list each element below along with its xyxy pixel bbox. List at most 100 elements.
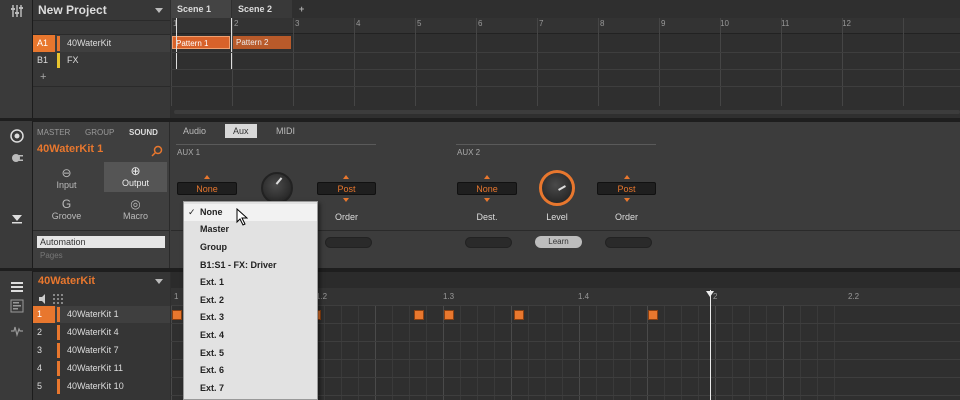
scene-grid-line <box>720 18 721 106</box>
menu-item-fx-driver[interactable]: B1:S1 - FX: Driver <box>184 257 317 274</box>
note-step[interactable] <box>414 310 424 320</box>
decrement-icon[interactable] <box>484 198 490 202</box>
decrement-icon[interactable] <box>624 198 630 202</box>
note-step[interactable] <box>648 310 658 320</box>
scene-tab-1[interactable]: Scene 1 <box>171 0 231 18</box>
menu-item-none[interactable]: ✓ None <box>184 204 317 221</box>
menu-item-ext-1[interactable]: Ext. 1 <box>184 274 317 291</box>
menu-item-ext-5[interactable]: Ext. 5 <box>184 345 317 362</box>
sound-row-1[interactable]: 1 40WaterKit 1 <box>33 306 170 323</box>
tab-sound[interactable]: SOUND <box>129 128 158 137</box>
nav-groove-button[interactable]: G Groove <box>35 195 98 225</box>
menu-item-ext-2[interactable]: Ext. 2 <box>184 292 317 309</box>
step-grid-line <box>681 305 682 400</box>
step-grid-line <box>732 305 733 400</box>
group-row-b1[interactable]: B1 FX <box>33 52 170 69</box>
scene-grid-line <box>171 18 172 106</box>
scene-grid-line <box>659 18 660 106</box>
tab-group[interactable]: GROUP <box>85 128 114 137</box>
sound-number: 3 <box>37 345 43 355</box>
increment-icon[interactable] <box>204 175 210 179</box>
playhead-marker-icon[interactable] <box>706 291 714 297</box>
check-icon: ✓ <box>188 207 196 217</box>
scene-tab-2[interactable]: Scene 2 <box>232 0 292 18</box>
sound-row-2[interactable]: 2 40WaterKit 4 <box>33 324 170 341</box>
nav-macro-button[interactable]: ◎ Macro <box>104 195 167 225</box>
pattern-group-name[interactable]: 40WaterKit <box>38 275 95 287</box>
sound-color-swatch <box>57 379 60 394</box>
sound-row-3[interactable]: 3 40WaterKit 7 <box>33 342 170 359</box>
sound-control-icon[interactable] <box>9 129 25 143</box>
nav-input-button[interactable]: ⊖ Input <box>35 164 98 194</box>
keyboard-view-icon[interactable] <box>9 299 25 313</box>
ruler-tick: 10 <box>720 19 729 28</box>
arranger-scrollbar[interactable] <box>174 110 960 114</box>
menu-item-ext-6[interactable]: Ext. 6 <box>184 362 317 379</box>
note-step[interactable] <box>514 310 524 320</box>
menu-item-ext-3[interactable]: Ext. 3 <box>184 309 317 326</box>
project-title[interactable]: New Project <box>38 3 107 17</box>
macro-slot[interactable] <box>325 237 372 248</box>
group-row-a1[interactable]: A1 40WaterKit <box>33 35 170 52</box>
automation-field[interactable]: Automation <box>37 236 165 248</box>
macro-slot[interactable] <box>465 237 512 248</box>
decrement-icon[interactable] <box>343 198 349 202</box>
menu-item-group[interactable]: Group <box>184 239 317 256</box>
increment-icon[interactable] <box>484 175 490 179</box>
tab-midi[interactable]: MIDI <box>268 124 303 138</box>
groove-icon: G <box>61 197 72 211</box>
sound-number: 5 <box>37 381 43 391</box>
tab-master[interactable]: MASTER <box>37 128 70 137</box>
aux1-level-knob[interactable] <box>261 172 293 204</box>
learn-button[interactable]: Learn <box>535 236 582 248</box>
sound-name[interactable]: 40WaterKit 1 <box>37 143 103 155</box>
add-scene-button[interactable]: + <box>293 0 313 18</box>
aux2-order-select[interactable]: Post <box>597 182 656 195</box>
group-menu-chevron-icon[interactable] <box>155 279 163 284</box>
step-grid-line <box>579 305 580 400</box>
nav-output-button[interactable]: ⊕ Output <box>104 162 167 192</box>
group-color-swatch <box>57 53 60 68</box>
mixer-icon[interactable] <box>9 4 25 18</box>
macro-slot[interactable] <box>605 237 652 248</box>
collapse-icon[interactable] <box>9 211 25 225</box>
aux1-order-select[interactable]: Post <box>317 182 376 195</box>
project-menu-chevron-icon[interactable] <box>155 8 163 13</box>
sound-row-5[interactable]: 5 40WaterKit 10 <box>33 378 170 395</box>
pattern-clip-2[interactable]: Pattern 2 <box>233 36 291 49</box>
search-icon[interactable] <box>151 144 163 162</box>
step-grid-line <box>766 305 767 400</box>
waveform-icon[interactable] <box>9 324 25 338</box>
aux2-dest-select[interactable]: None <box>457 182 517 195</box>
add-group-button[interactable]: + <box>40 71 46 83</box>
note-step[interactable] <box>172 310 182 320</box>
sound-color-swatch <box>57 361 60 376</box>
menu-item-ext-4[interactable]: Ext. 4 <box>184 327 317 344</box>
sound-color-swatch <box>57 307 60 322</box>
plug-icon[interactable] <box>9 151 25 165</box>
tab-audio[interactable]: Audio <box>175 124 214 138</box>
scene-grid-line <box>598 18 599 106</box>
strip-divider <box>0 268 33 271</box>
menu-item-master[interactable]: Master <box>184 221 317 238</box>
increment-icon[interactable] <box>343 175 349 179</box>
increment-icon[interactable] <box>624 175 630 179</box>
aux2-level-knob[interactable] <box>539 170 575 206</box>
group-id: A1 <box>33 35 55 52</box>
ruler-tick: 2 <box>234 19 239 28</box>
ruler-tick: 1.3 <box>443 292 455 301</box>
pages-label: Pages <box>40 251 63 260</box>
aux1-dest-select[interactable]: None <box>177 182 237 195</box>
note-step[interactable] <box>444 310 454 320</box>
tab-aux[interactable]: Aux <box>225 124 257 138</box>
divider <box>33 86 170 87</box>
pattern-clip-1[interactable]: Pattern 1 <box>172 36 230 49</box>
list-view-icon[interactable] <box>9 280 25 294</box>
sound-row-4[interactable]: 4 40WaterKit 11 <box>33 360 170 377</box>
ruler-tick: 7 <box>539 19 544 28</box>
ruler-tick: 3 <box>295 19 300 28</box>
sound-number: 4 <box>37 363 43 373</box>
menu-item-ext-7[interactable]: Ext. 7 <box>184 380 317 397</box>
scene-grid-line <box>171 52 960 53</box>
step-grid-line <box>749 305 750 400</box>
